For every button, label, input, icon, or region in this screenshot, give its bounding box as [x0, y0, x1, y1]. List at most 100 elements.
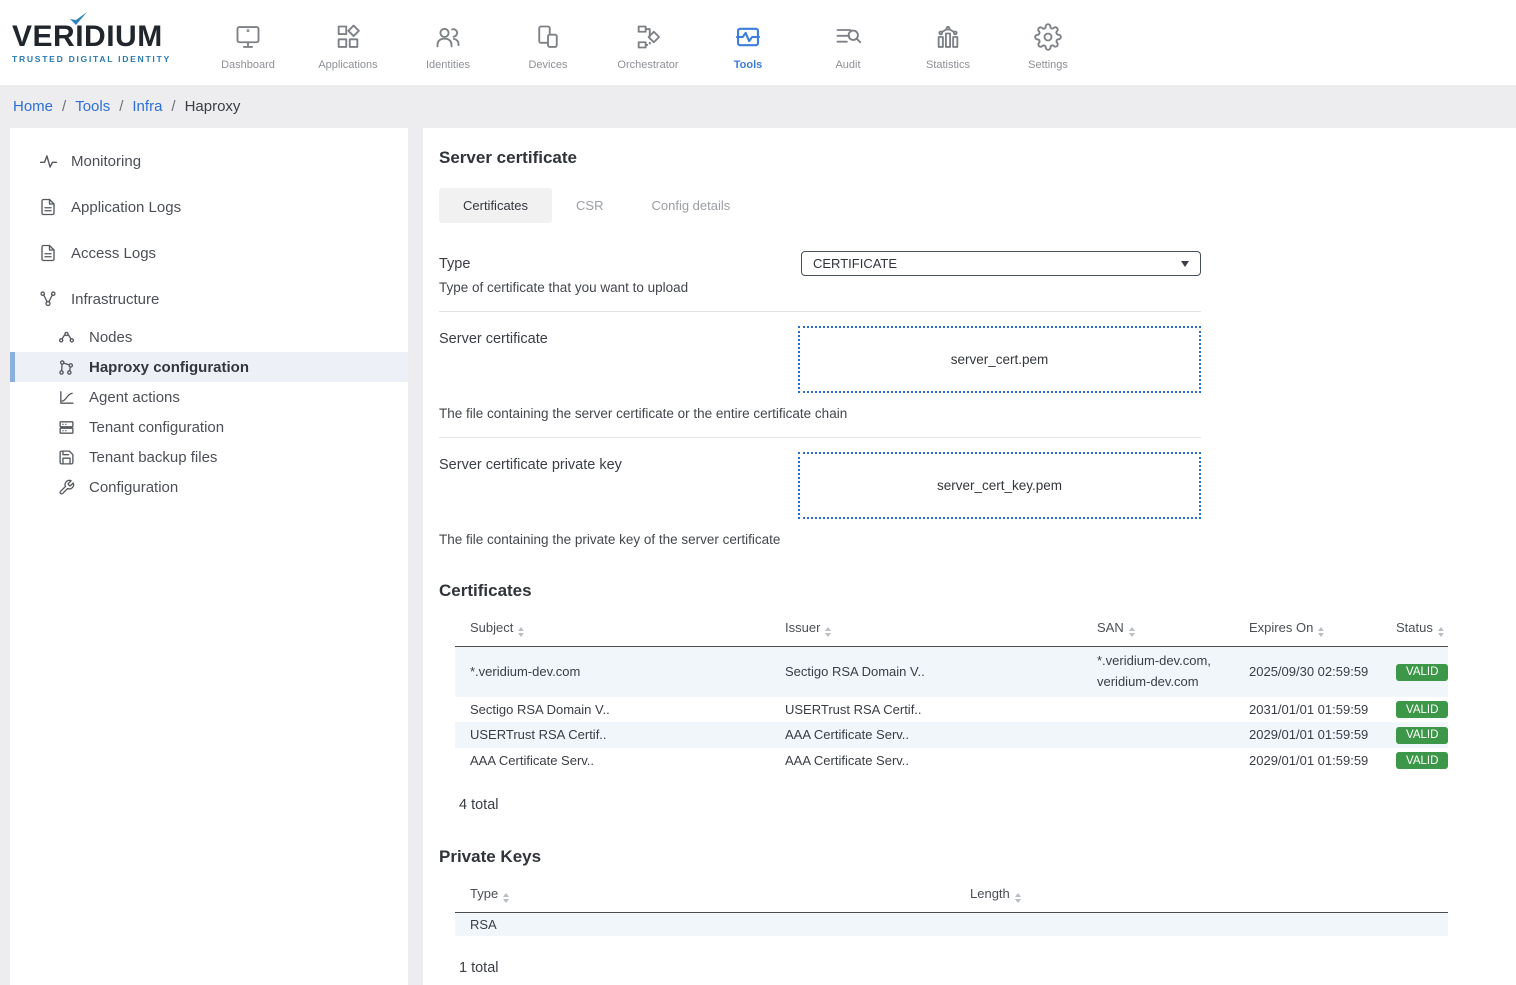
sidebar-item-agent-actions[interactable]: Agent actions	[10, 382, 408, 412]
table-row[interactable]: Sectigo RSA Domain V.. USERTrust RSA Cer…	[455, 697, 1448, 723]
nav-item-audit[interactable]: Audit	[798, 15, 898, 71]
certificates-table-wrap: Subject Issuer SAN Expires On Status *.v…	[455, 611, 1448, 773]
breadcrumb-separator: /	[62, 98, 66, 115]
table-row[interactable]: USERTrust RSA Certif.. AAA Certificate S…	[455, 722, 1448, 748]
cell-status: VALID	[1381, 647, 1448, 697]
column-header-subject[interactable]: Subject	[455, 611, 770, 647]
column-header-san[interactable]: SAN	[1082, 611, 1234, 647]
cell-status: VALID	[1381, 697, 1448, 723]
sidebar-item-access-logs[interactable]: Access Logs	[10, 230, 408, 276]
cell-subject: Sectigo RSA Domain V..	[455, 697, 770, 723]
nav-item-applications[interactable]: Applications	[298, 15, 398, 71]
breadcrumb: Home / Tools / Infra / Haproxy	[0, 85, 1516, 128]
breadcrumb-separator: /	[171, 98, 175, 115]
sidebar-item-application-logs[interactable]: Application Logs	[10, 184, 408, 230]
table-row[interactable]: RSA	[455, 913, 1448, 937]
breadcrumb-home[interactable]: Home	[13, 98, 53, 115]
type-label: Type	[439, 256, 801, 272]
nav-item-identities[interactable]: Identities	[398, 15, 498, 71]
monitor-icon	[234, 21, 262, 53]
network-icon	[38, 290, 58, 308]
tab-certificates[interactable]: Certificates	[439, 188, 552, 223]
gear-icon	[1034, 21, 1062, 53]
divider	[439, 437, 1201, 438]
nav-item-statistics[interactable]: Statistics	[898, 15, 998, 71]
file-text-icon	[38, 244, 58, 262]
nav-item-dashboard[interactable]: Dashboard	[198, 15, 298, 71]
users-icon	[434, 21, 462, 53]
cell-issuer: AAA Certificate Serv..	[770, 748, 1082, 774]
server-certificate-description: The file containing the server certifica…	[439, 406, 1201, 421]
server-certificate-dropzone[interactable]: server_cert.pem	[798, 326, 1201, 393]
nav-item-orchestrator[interactable]: Orchestrator	[598, 15, 698, 71]
sidebar-item-configuration[interactable]: Configuration	[10, 472, 408, 502]
logo-check-icon	[68, 11, 88, 27]
certificate-type-select[interactable]: CERTIFICATE	[801, 251, 1201, 276]
tab-config-details[interactable]: Config details	[627, 188, 754, 223]
sidebar-item-monitoring[interactable]: Monitoring	[10, 138, 408, 184]
veridium-logo[interactable]: VERIDIUM TRUSTED DIGITAL IDENTITY	[12, 22, 180, 64]
cell-status: VALID	[1381, 722, 1448, 748]
sidebar-item-tenant-backup-files[interactable]: Tenant backup files	[10, 442, 408, 472]
breadcrumb-tools[interactable]: Tools	[75, 98, 110, 115]
cell-issuer: USERTrust RSA Certif..	[770, 697, 1082, 723]
nav-item-devices[interactable]: Devices	[498, 15, 598, 71]
nav-item-tools[interactable]: Tools	[698, 15, 798, 71]
app-grid-icon	[334, 21, 362, 53]
status-badge: VALID	[1396, 701, 1448, 718]
breadcrumb-infra[interactable]: Infra	[132, 98, 162, 115]
cell-san	[1082, 722, 1234, 748]
list-search-icon	[834, 21, 862, 53]
private-key-dropzone[interactable]: server_cert_key.pem	[798, 452, 1201, 519]
cell-expires: 2031/01/01 01:59:59	[1234, 697, 1381, 723]
divider	[439, 311, 1201, 312]
breadcrumb-separator: /	[119, 98, 123, 115]
status-badge: VALID	[1396, 664, 1448, 681]
chart-line-icon	[56, 389, 76, 406]
sidebar-item-haproxy-configuration[interactable]: Haproxy configuration	[10, 352, 408, 382]
devices-icon	[534, 21, 562, 53]
sidebar-item-infrastructure[interactable]: Infrastructure	[10, 276, 408, 322]
certificate-type-value: CERTIFICATE	[813, 256, 897, 271]
private-keys-total-count: 1 total	[459, 960, 1516, 976]
logo-tagline: TRUSTED DIGITAL IDENTITY	[12, 54, 180, 64]
activity-icon	[38, 152, 58, 171]
column-header-expires-on[interactable]: Expires On	[1234, 611, 1381, 647]
sidebar-item-tenant-configuration[interactable]: Tenant configuration	[10, 412, 408, 442]
content-area: Monitoring Application Logs Access Logs …	[0, 128, 1516, 985]
certificates-table: Subject Issuer SAN Expires On Status *.v…	[455, 611, 1448, 773]
top-navigation-bar: VERIDIUM TRUSTED DIGITAL IDENTITY Dashbo…	[0, 0, 1516, 85]
private-key-label: Server certificate private key	[439, 452, 798, 473]
cell-subject: USERTrust RSA Certif..	[455, 722, 770, 748]
column-header-status[interactable]: Status	[1381, 611, 1448, 647]
cell-expires: 2029/01/01 01:59:59	[1234, 722, 1381, 748]
sidebar-item-nodes[interactable]: Nodes	[10, 322, 408, 352]
column-header-length[interactable]: Length	[955, 877, 1448, 913]
cell-subject: AAA Certificate Serv..	[455, 748, 770, 774]
type-label-block: Type Type of certificate that you want t…	[439, 251, 801, 295]
type-row: Type Type of certificate that you want t…	[439, 251, 1201, 295]
status-badge: VALID	[1396, 727, 1448, 744]
cell-status: VALID	[1381, 748, 1448, 774]
tab-csr[interactable]: CSR	[552, 188, 627, 223]
breadcrumb-current: Haproxy	[185, 98, 241, 115]
private-keys-header-row: Type Length	[455, 877, 1448, 913]
column-header-issuer[interactable]: Issuer	[770, 611, 1082, 647]
table-row[interactable]: AAA Certificate Serv.. AAA Certificate S…	[455, 748, 1448, 774]
cell-san: *.veridium-dev.com,veridium-dev.com	[1082, 647, 1234, 697]
certificate-upload-form: Type Type of certificate that you want t…	[439, 251, 1201, 547]
server-certificate-label: Server certificate	[439, 326, 798, 347]
table-row[interactable]: *.veridium-dev.com Sectigo RSA Domain V.…	[455, 647, 1448, 697]
private-key-row: Server certificate private key server_ce…	[439, 452, 1201, 519]
nav-item-settings[interactable]: Settings	[998, 15, 1098, 71]
sort-icon	[1318, 627, 1324, 637]
column-header-type[interactable]: Type	[455, 877, 955, 913]
bar-chart-icon	[934, 21, 962, 53]
private-keys-section-title: Private Keys	[439, 847, 1516, 867]
page-title: Server certificate	[439, 148, 1516, 168]
server-certificate-file-name: server_cert.pem	[951, 352, 1049, 367]
cell-issuer: Sectigo RSA Domain V..	[770, 647, 1082, 697]
chevron-down-icon	[1181, 261, 1189, 267]
sort-icon	[503, 893, 509, 903]
certificates-total-count: 4 total	[459, 797, 1516, 813]
